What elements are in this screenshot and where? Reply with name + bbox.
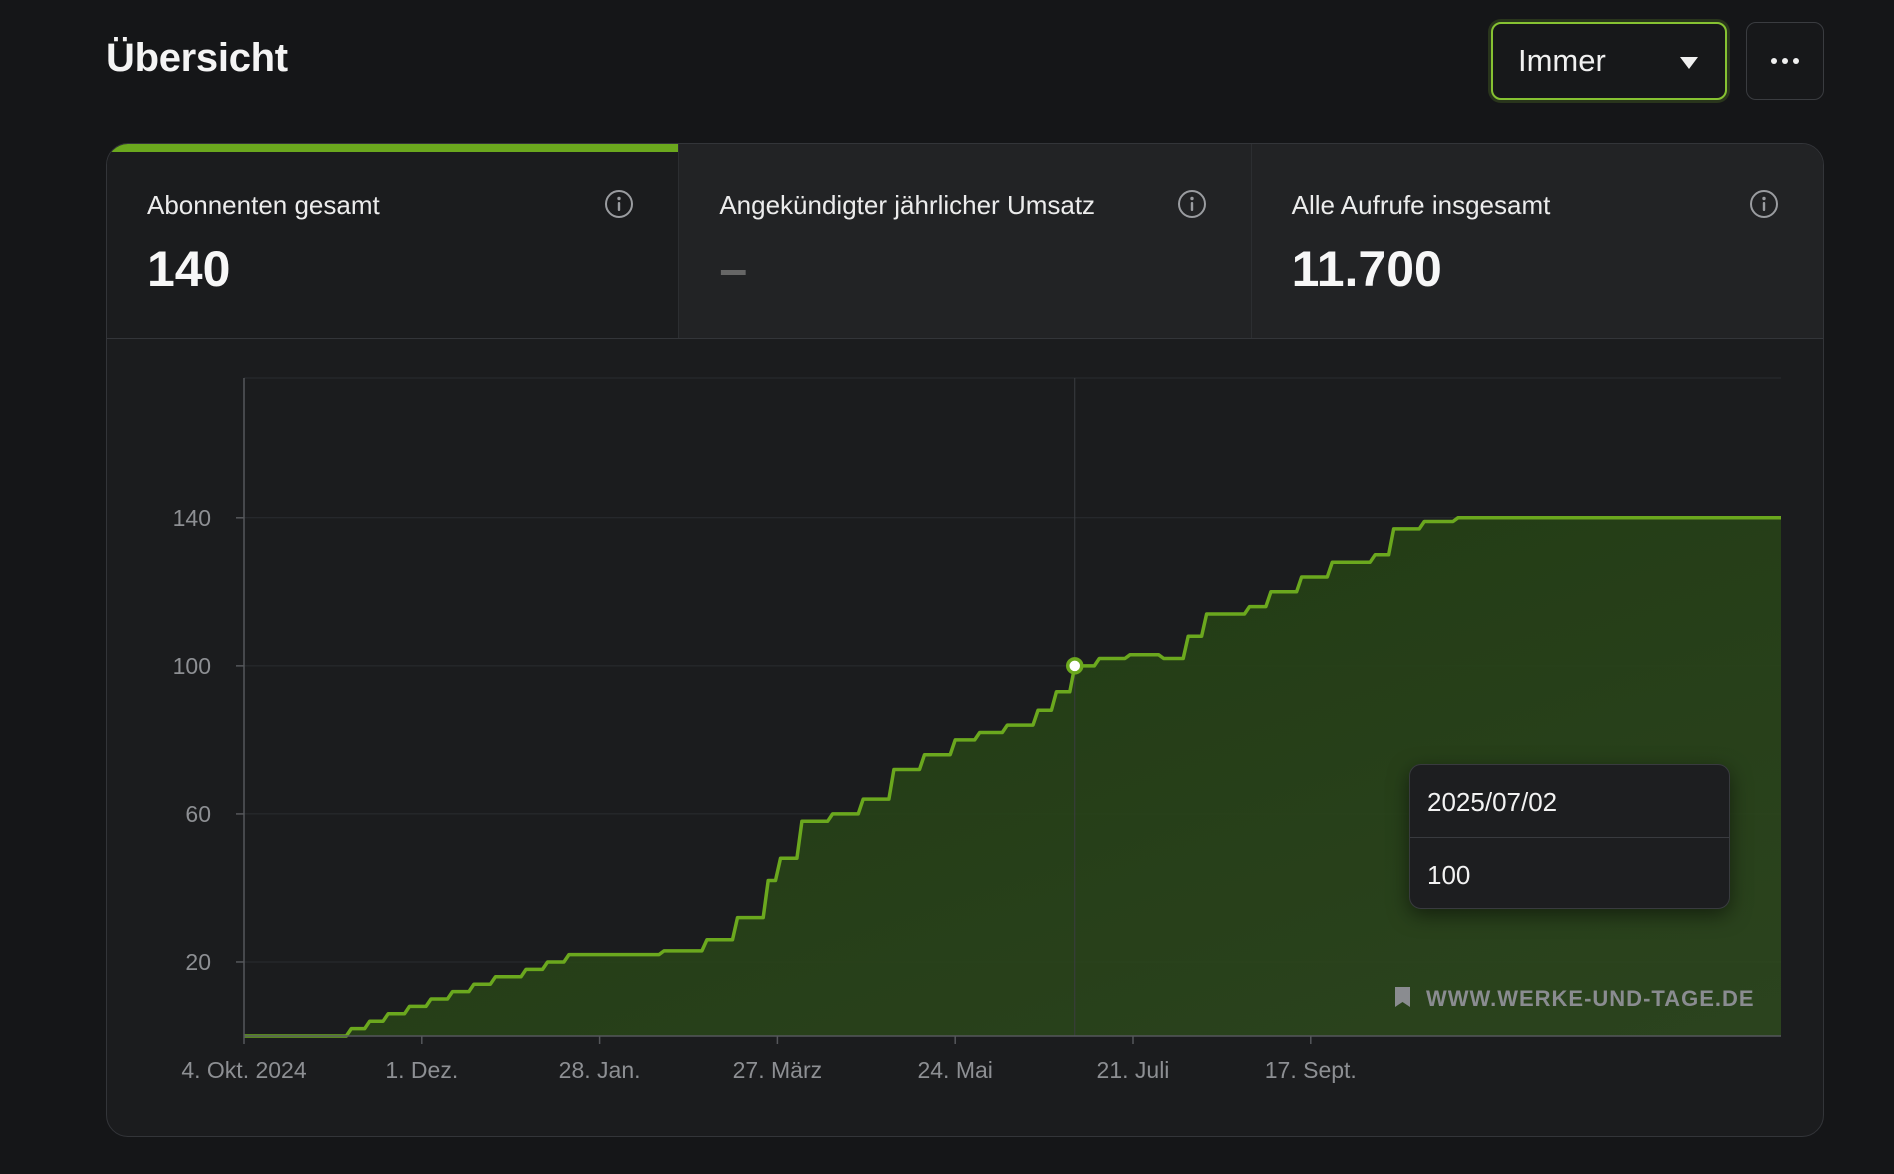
y-tick-label: 20: [185, 949, 211, 975]
watermark-text: WWW.WERKE-UND-TAGE.DE: [1426, 986, 1755, 1011]
overview-card: Abonnenten gesamt 140 Angekündigter jähr…: [106, 143, 1824, 1137]
y-tick-label: 60: [185, 801, 211, 827]
y-tick-label: 100: [173, 653, 211, 679]
x-tick-label: 27. März: [733, 1057, 822, 1083]
tooltip-divider: [1410, 837, 1729, 838]
caret-down-icon: [1680, 57, 1698, 69]
more-horizontal-icon: [1771, 58, 1777, 64]
more-horizontal-icon-dot: [1793, 58, 1799, 64]
x-tick-label: 4. Okt. 2024: [181, 1057, 307, 1083]
x-axis-ticks: 4. Okt. 2024 1. Dez. 28. Jan. 27. März 24. M…: [181, 1036, 1357, 1083]
x-tick-label: 21. Juli: [1097, 1057, 1170, 1083]
tooltip-value: 100: [1427, 860, 1471, 890]
tooltip-date: 2025/07/02: [1427, 787, 1558, 817]
y-axis-ticks: 20 60 100 140: [173, 505, 244, 975]
x-tick-label: 28. Jan.: [559, 1057, 641, 1083]
hover-point: [1066, 657, 1084, 675]
x-tick-label: 17. Sept.: [1265, 1057, 1357, 1083]
chart-tooltip: 2025/07/02 100: [1409, 764, 1730, 909]
watermark: WWW.WERKE-UND-TAGE.DE: [1395, 986, 1755, 1011]
page-title: Übersicht: [106, 36, 288, 80]
subscribers-chart[interactable]: 20 60 100 140 4. Okt. 2024 1. Dez. 28. Jan. 27…: [107, 144, 1823, 1136]
time-range-value: Immer: [1518, 43, 1606, 78]
time-range-select[interactable]: Immer: [1491, 22, 1727, 100]
more-options-button[interactable]: [1746, 22, 1824, 100]
x-tick-label: 1. Dez.: [385, 1057, 458, 1083]
y-tick-label: 140: [173, 505, 211, 531]
x-tick-label: 24. Mai: [917, 1057, 992, 1083]
more-horizontal-icon-dot: [1782, 58, 1788, 64]
